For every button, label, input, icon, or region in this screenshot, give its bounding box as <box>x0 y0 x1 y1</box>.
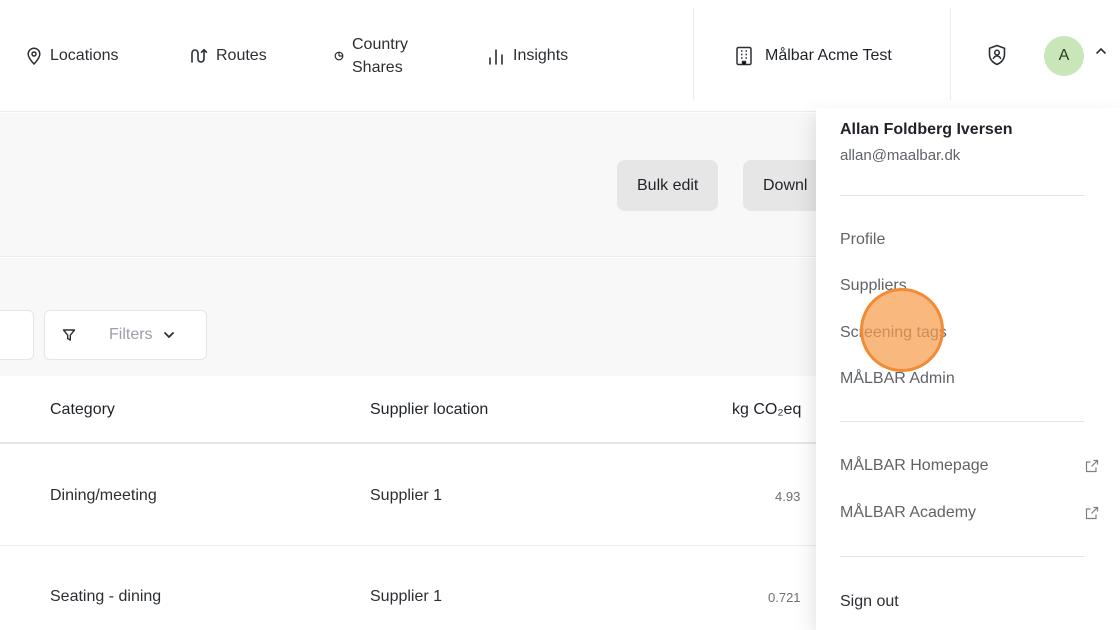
nav-item-label: Insights <box>513 47 569 64</box>
sign-out-button[interactable]: Sign out <box>840 593 899 611</box>
organization-switcher[interactable]: Målbar Acme Test <box>735 0 892 112</box>
menu-divider <box>840 195 1084 196</box>
nav-divider <box>950 8 951 100</box>
menu-divider <box>840 556 1084 557</box>
filters-label: Filters <box>109 326 153 343</box>
cell-co2: 4.93 <box>775 488 801 504</box>
pie-small-icon <box>334 51 344 61</box>
bulk-edit-button[interactable]: Bulk edit <box>617 160 719 211</box>
funnel-icon <box>62 329 76 341</box>
column-header-supplier-location[interactable]: Supplier location <box>370 376 488 444</box>
nav-item-label: Routes <box>216 47 267 64</box>
nav-item-insights[interactable]: Insights <box>487 0 568 112</box>
cell-supplier: Supplier 1 <box>370 487 443 504</box>
menu-item-malbar-academy[interactable]: MÅLBAR Academy <box>840 504 1099 522</box>
user-email: allan@maalbar.dk <box>840 147 961 164</box>
nav-item-locations[interactable]: Locations <box>26 0 119 112</box>
nav-divider <box>693 8 694 100</box>
column-header-co2[interactable]: kg CO₂eq <box>732 376 801 444</box>
menu-item-label: MÅLBAR Academy <box>840 504 977 521</box>
admin-shield-button[interactable] <box>987 44 1007 71</box>
chevron-down-icon <box>163 332 174 339</box>
search-input[interactable] <box>0 310 34 360</box>
user-name: Allan Foldberg Iversen <box>840 121 1013 138</box>
external-link-icon <box>1085 506 1099 520</box>
external-link-icon <box>1085 459 1099 473</box>
route-icon <box>191 48 208 63</box>
cell-category: Dining/meeting <box>50 487 157 504</box>
menu-divider <box>840 421 1084 422</box>
user-menu: Allan Foldberg Iversen allan@maalbar.dk … <box>816 108 1120 630</box>
nav-item-routes[interactable]: Routes <box>190 0 267 112</box>
chevron-up-icon[interactable] <box>1095 46 1107 56</box>
shield-user-icon <box>988 44 1006 66</box>
cell-category: Seating - dining <box>50 588 162 605</box>
nav-item-label: Country Shares <box>352 36 409 76</box>
cell-supplier: Supplier 1 <box>370 588 443 605</box>
menu-item-label: MÅLBAR Homepage <box>840 457 989 474</box>
building-icon <box>736 46 752 66</box>
filter-button[interactable] <box>44 310 94 360</box>
nav-item-country-shares[interactable]: Country Shares <box>334 0 408 112</box>
bar-chart-icon <box>489 49 503 65</box>
column-header-category[interactable]: Category <box>50 376 115 444</box>
location-pin-icon <box>27 47 41 65</box>
menu-item-profile[interactable]: Profile <box>840 231 885 249</box>
filters-dropdown[interactable]: Filters <box>93 310 207 360</box>
top-navigation: Locations Routes Country Shares Insights… <box>0 0 1120 112</box>
nav-item-label: Locations <box>50 47 119 64</box>
menu-item-malbar-homepage[interactable]: MÅLBAR Homepage <box>840 457 1099 475</box>
menu-item-malbar-admin[interactable]: MÅLBAR Admin <box>840 370 955 388</box>
organization-name: Målbar Acme Test <box>765 47 892 64</box>
click-indicator <box>860 288 944 372</box>
user-avatar[interactable]: A <box>1044 36 1084 76</box>
cell-co2: 0.721 <box>768 589 801 605</box>
